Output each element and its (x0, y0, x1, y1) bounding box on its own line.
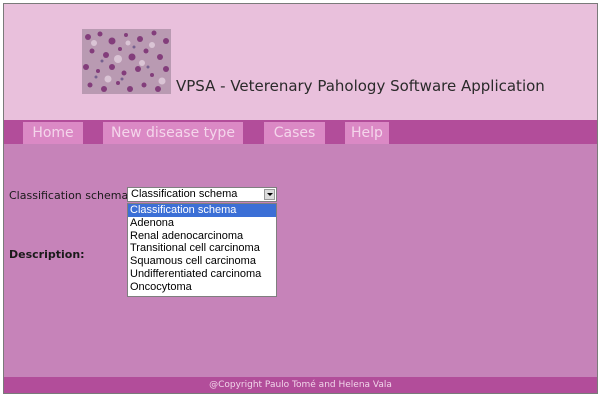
header: VPSA - Veterenary Pahology Software Appl… (4, 4, 597, 120)
classification-schema-select[interactable]: Classification schema (127, 187, 277, 202)
dropdown-option[interactable]: Squamous cell carcinoma (128, 255, 276, 268)
app-title: VPSA - Veterenary Pahology Software Appl… (176, 77, 545, 95)
nav-help[interactable]: Help (345, 122, 389, 144)
chevron-down-icon[interactable] (264, 189, 275, 200)
classification-dropdown-list[interactable]: Classification schema Adenona Renal aden… (127, 203, 277, 297)
nav-home[interactable]: Home (23, 122, 83, 144)
dropdown-option[interactable]: Transitional cell carcinoma (128, 242, 276, 255)
description-label: Description: (9, 248, 85, 261)
dropdown-option[interactable]: Oncocytoma (128, 281, 276, 294)
select-value: Classification schema (131, 188, 238, 200)
dropdown-option[interactable]: Undifferentiated carcinoma (128, 268, 276, 281)
logo-image (82, 29, 171, 94)
dropdown-option[interactable]: Classification schema (128, 204, 276, 217)
footer-copyright: @Copyright Paulo Tomé and Helena Vala (4, 377, 597, 393)
app-window: VPSA - Veterenary Pahology Software Appl… (3, 3, 598, 394)
histology-image (82, 29, 171, 94)
dropdown-option[interactable]: Renal adenocarcinoma (128, 230, 276, 243)
main-content: Classification schema: Classification sc… (4, 144, 597, 377)
nav-new-disease-type[interactable]: New disease type (103, 122, 243, 144)
nav-bar: Home New disease type Cases Help (4, 120, 597, 144)
nav-cases[interactable]: Cases (264, 122, 325, 144)
dropdown-option[interactable]: Adenona (128, 217, 276, 230)
classification-schema-label: Classification schema: (9, 189, 132, 202)
